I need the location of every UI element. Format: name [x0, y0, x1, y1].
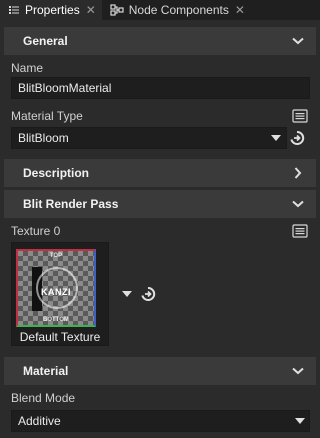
- section-blit-render-pass[interactable]: Blit Render Pass: [4, 190, 316, 218]
- tab-bar: Properties ✕ Node Components ✕: [0, 0, 320, 20]
- thumbnail-logo: KANZI: [41, 287, 71, 297]
- chevron-down-icon[interactable]: [292, 198, 304, 210]
- section-general[interactable]: General: [4, 27, 316, 55]
- close-icon[interactable]: ✕: [86, 3, 96, 17]
- thumbnail-top-label: TOP: [49, 253, 63, 259]
- dropdown-arrow-icon[interactable]: [122, 291, 132, 297]
- section-material-title: Material: [23, 364, 69, 378]
- material-type-label: Material Type: [11, 109, 83, 123]
- tab-node-components[interactable]: Node Components ✕: [102, 0, 251, 20]
- section-blit-render-pass-title: Blit Render Pass: [23, 197, 119, 211]
- section-general-title: General: [23, 34, 68, 48]
- dropdown-arrow-icon[interactable]: [271, 135, 281, 141]
- chevron-down-icon[interactable]: [292, 365, 304, 377]
- texture0-label: Texture 0: [11, 224, 61, 238]
- tab-node-components-label: Node Components: [128, 3, 229, 17]
- texture-thumbnail[interactable]: TOP KANZI BOTTOM: [16, 249, 96, 327]
- tab-properties[interactable]: Properties ✕: [0, 0, 102, 20]
- dropdown-arrow-icon[interactable]: [295, 418, 305, 424]
- section-description-title: Description: [23, 166, 90, 180]
- tab-properties-label: Properties: [25, 3, 80, 17]
- name-value: BlitBloomMaterial: [18, 81, 112, 95]
- goto-icon[interactable]: [139, 286, 157, 302]
- name-label: Name: [11, 61, 44, 75]
- blend-mode-label: Blend Mode: [11, 391, 76, 405]
- blend-mode-dropdown[interactable]: Additive: [11, 410, 310, 432]
- edit-icon[interactable]: [291, 223, 309, 239]
- chevron-down-icon[interactable]: [292, 35, 304, 47]
- close-icon[interactable]: ✕: [235, 3, 245, 17]
- texture0-value: Default Texture: [19, 330, 101, 344]
- goto-icon[interactable]: [288, 130, 306, 146]
- properties-panel-icon: [8, 4, 20, 16]
- thumbnail-bottom-label: BOTTOM: [43, 317, 69, 323]
- edit-icon[interactable]: [291, 108, 309, 124]
- section-description[interactable]: Description: [4, 159, 316, 187]
- name-field[interactable]: BlitBloomMaterial: [11, 77, 310, 99]
- section-material[interactable]: Material: [4, 357, 316, 385]
- chevron-right-icon[interactable]: [292, 167, 304, 179]
- material-type-value: BlitBloom: [18, 131, 69, 145]
- node-components-icon: [110, 4, 124, 16]
- blend-mode-value: Additive: [18, 414, 61, 428]
- material-type-dropdown[interactable]: BlitBloom: [11, 127, 287, 149]
